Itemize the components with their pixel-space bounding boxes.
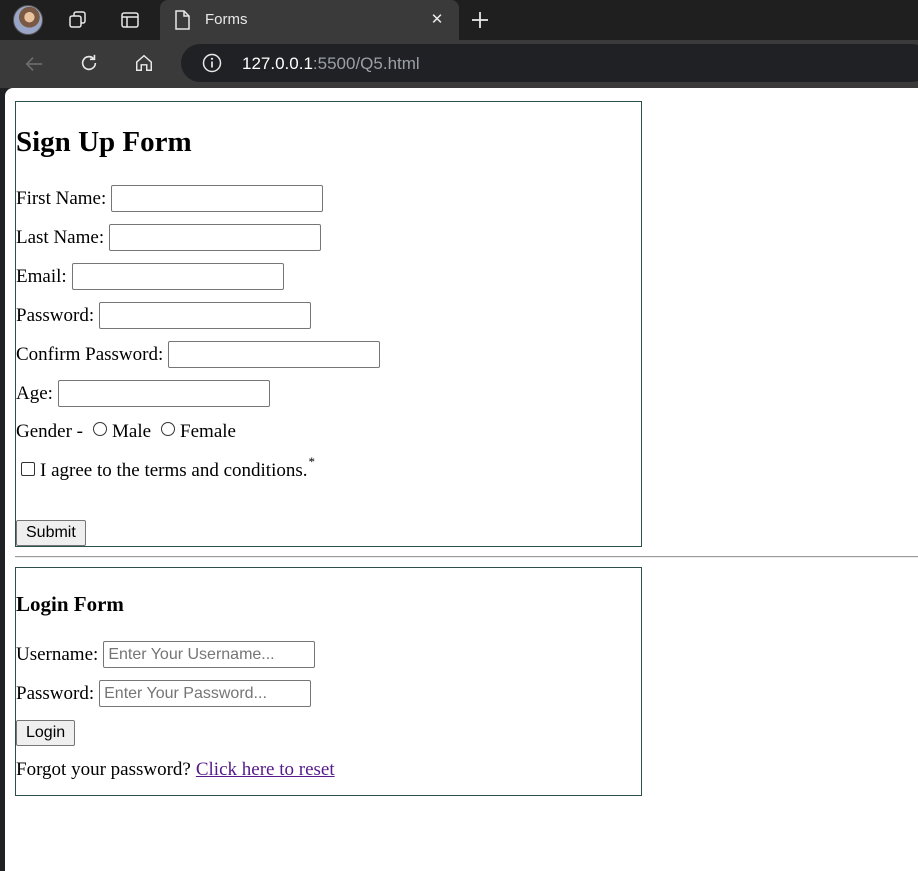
url-host: 127.0.0.1 bbox=[242, 54, 313, 73]
terms-checkbox[interactable] bbox=[21, 462, 35, 476]
last-name-label: Last Name: bbox=[16, 226, 105, 248]
gender-female-label: Female bbox=[180, 421, 236, 442]
active-tab[interactable]: Forms ✕ bbox=[160, 0, 459, 40]
profile-avatar[interactable] bbox=[13, 5, 43, 35]
password-label: Password: bbox=[16, 304, 95, 326]
page-content: Sign Up Form First Name: Last Name: Emai… bbox=[15, 88, 918, 796]
confirm-password-label: Confirm Password: bbox=[16, 343, 164, 365]
signup-form: Sign Up Form First Name: Last Name: Emai… bbox=[15, 101, 642, 547]
new-tab-icon[interactable] bbox=[470, 10, 490, 30]
tab-strip: Forms ✕ bbox=[0, 0, 918, 40]
site-info-icon[interactable] bbox=[202, 53, 222, 73]
url-path: :5500/Q5.html bbox=[312, 54, 420, 73]
submit-button[interactable]: Submit bbox=[16, 520, 86, 546]
forgot-text: Forgot your password? bbox=[16, 759, 191, 780]
gender-male-label: Male bbox=[112, 421, 152, 442]
email-label: Email: bbox=[16, 265, 67, 287]
gender-label: Gender - bbox=[16, 421, 83, 442]
username-input[interactable] bbox=[103, 641, 316, 668]
reset-link[interactable]: Click here to reset bbox=[196, 759, 335, 781]
workspaces-icon[interactable] bbox=[68, 10, 88, 30]
url-text: 127.0.0.1:5500/Q5.html bbox=[242, 54, 420, 74]
age-label: Age: bbox=[16, 382, 53, 404]
browser-toolbar: 127.0.0.1:5500/Q5.html bbox=[0, 40, 918, 88]
age-row: Age: bbox=[16, 380, 270, 407]
signup-title: Sign Up Form bbox=[16, 126, 192, 158]
gender-female-radio[interactable] bbox=[161, 422, 176, 436]
back-icon[interactable] bbox=[24, 54, 44, 74]
last-name-input[interactable] bbox=[109, 224, 322, 251]
login-password-input[interactable] bbox=[99, 680, 312, 707]
username-label: Username: bbox=[16, 643, 99, 665]
divider bbox=[15, 556, 918, 558]
terms-label: I agree to the terms and conditions. bbox=[40, 460, 308, 481]
login-password-label: Password: bbox=[16, 682, 95, 704]
gender-male-radio[interactable] bbox=[93, 422, 107, 436]
first-name-label: First Name: bbox=[16, 187, 107, 209]
login-title: Login Form bbox=[16, 592, 124, 616]
login-button[interactable]: Login bbox=[16, 720, 76, 746]
address-bar[interactable]: 127.0.0.1:5500/Q5.html bbox=[181, 44, 918, 82]
login-form: Login Form Username: Password: Login For… bbox=[15, 567, 642, 796]
forgot-row: Forgot your password? Click here to rese… bbox=[16, 759, 335, 781]
reload-icon[interactable] bbox=[79, 53, 99, 73]
first-name-row: First Name: bbox=[16, 185, 324, 212]
email-row: Email: bbox=[16, 263, 284, 290]
confirm-password-input[interactable] bbox=[168, 341, 381, 368]
confirm-password-row: Confirm Password: bbox=[16, 341, 381, 368]
last-name-row: Last Name: bbox=[16, 224, 322, 251]
terms-row: I agree to the terms and conditions. * bbox=[16, 454, 315, 482]
gender-row: Gender - Male Female bbox=[16, 421, 236, 443]
page-icon bbox=[172, 10, 192, 30]
tab-actions-icon[interactable] bbox=[120, 10, 140, 30]
password-input[interactable] bbox=[99, 302, 312, 329]
username-row: Username: bbox=[16, 641, 316, 668]
first-name-input[interactable] bbox=[111, 185, 324, 212]
home-icon[interactable] bbox=[134, 53, 154, 73]
password-row: Password: bbox=[16, 302, 312, 329]
page-viewport: Sign Up Form First Name: Last Name: Emai… bbox=[5, 88, 918, 871]
email-input[interactable] bbox=[71, 263, 284, 290]
close-icon[interactable]: ✕ bbox=[427, 9, 447, 29]
tab-title: Forms bbox=[205, 11, 248, 28]
required-marker: * bbox=[308, 454, 316, 469]
age-input[interactable] bbox=[57, 380, 270, 407]
login-password-row: Password: bbox=[16, 680, 312, 707]
